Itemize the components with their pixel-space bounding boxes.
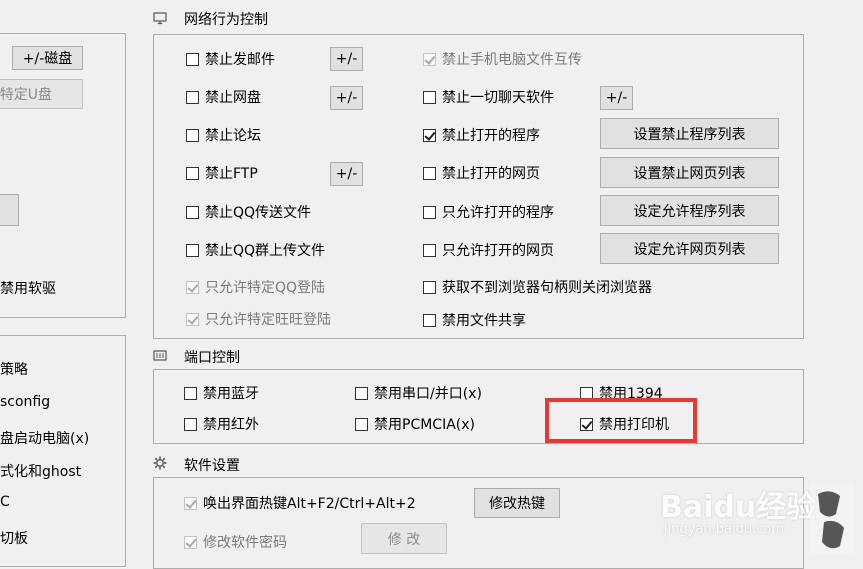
cb-no-netdisk[interactable]: 禁止网盘 xyxy=(186,87,261,107)
checkbox[interactable] xyxy=(423,166,436,180)
cb-modify-password[interactable]: 修改软件密码 xyxy=(184,532,287,552)
checkbox[interactable] xyxy=(186,243,199,257)
checkbox[interactable] xyxy=(184,496,197,510)
cb-no-qq-file[interactable]: 禁止QQ传送文件 xyxy=(186,202,311,222)
gear-icon xyxy=(153,456,167,470)
set-allowed-programs-button[interactable]: 设定允许程序列表 xyxy=(600,195,779,226)
cb-no-forum[interactable]: 禁止论坛 xyxy=(186,125,261,145)
cb-block-webpages[interactable]: 禁止打开的网页 xyxy=(423,163,540,183)
left-item-msconfig[interactable]: sconfig xyxy=(0,394,50,410)
cb-disable-file-sharing[interactable]: 禁用文件共享 xyxy=(423,310,526,330)
set-blocked-programs-button[interactable]: 设置禁止程序列表 xyxy=(600,118,779,149)
cb-disable-pcmcia[interactable]: 禁用PCMCIA(x) xyxy=(355,414,475,434)
specific-usb-button[interactable]: 特定U盘 xyxy=(0,79,83,109)
checkbox[interactable] xyxy=(355,386,368,400)
cb-only-specific-wangwang[interactable]: 只允许特定旺旺登陆 xyxy=(186,309,331,329)
checkbox[interactable] xyxy=(423,243,436,257)
checkbox[interactable] xyxy=(184,386,197,400)
checkbox[interactable] xyxy=(355,417,368,431)
cb-no-chat-software[interactable]: 禁止一切聊天软件 xyxy=(423,87,554,107)
cb-block-programs[interactable]: 禁止打开的程序 xyxy=(423,125,540,145)
checkbox[interactable] xyxy=(423,205,436,219)
left-item-c[interactable]: C xyxy=(0,494,10,510)
left-item-boot-disk[interactable]: 盘启动电脑(x) xyxy=(0,428,89,448)
email-plusminus-button[interactable]: +/- xyxy=(330,47,363,71)
disk-toggle-button[interactable]: +/-磁盘 xyxy=(12,46,83,70)
checkbox[interactable] xyxy=(423,280,436,294)
checkbox[interactable] xyxy=(423,52,436,66)
cb-hotkey[interactable]: 唤出界面热键Alt+F2/Ctrl+Alt+2 xyxy=(184,493,416,513)
checkbox[interactable] xyxy=(423,90,436,104)
modify-password-button[interactable]: 修 改 xyxy=(361,523,447,554)
checkbox[interactable] xyxy=(423,313,436,327)
network-section-title: 网络行为控制 xyxy=(184,12,268,28)
left-item-format-ghost[interactable]: 式化和ghost xyxy=(0,461,81,481)
paw-logo-icon xyxy=(810,484,854,554)
port-section-title: 端口控制 xyxy=(184,350,240,366)
left-partial-button[interactable] xyxy=(0,194,19,226)
ftp-plusminus-button[interactable]: +/- xyxy=(330,162,363,186)
baidu-watermark: Baidu经验 jingyan.baidu.com xyxy=(660,482,856,556)
disable-floppy-label: 禁用软驱 xyxy=(0,281,56,297)
cb-no-email[interactable]: 禁止发邮件 xyxy=(186,49,275,69)
cb-close-browser-no-handle[interactable]: 获取不到浏览器句柄则关闭浏览器 xyxy=(423,277,652,297)
checkbox[interactable] xyxy=(186,312,199,326)
left-item-clipboard[interactable]: 切板 xyxy=(0,528,28,548)
left-group-upper xyxy=(0,33,126,318)
cb-no-qq-group-upload[interactable]: 禁止QQ群上传文件 xyxy=(186,240,325,260)
chat-plusminus-button[interactable]: +/- xyxy=(600,86,633,110)
checkbox[interactable] xyxy=(184,535,197,549)
cb-disable-serial-parallel[interactable]: 禁用串口/并口(x) xyxy=(355,383,482,403)
checkbox[interactable] xyxy=(184,417,197,431)
printer-highlight-box xyxy=(545,398,697,443)
cb-only-allow-webpages[interactable]: 只允许打开的网页 xyxy=(423,240,554,260)
cb-no-phone-pc-transfer[interactable]: 禁止手机电脑文件互传 xyxy=(423,49,582,69)
monitor-icon xyxy=(153,12,167,25)
checkbox[interactable] xyxy=(186,128,199,142)
checkbox[interactable] xyxy=(186,205,199,219)
cb-only-allow-programs[interactable]: 只允许打开的程序 xyxy=(423,202,554,222)
port-icon xyxy=(153,350,167,361)
netdisk-plusminus-button[interactable]: +/- xyxy=(330,86,363,110)
left-item-policy[interactable]: 策略 xyxy=(0,359,28,379)
cb-disable-infrared[interactable]: 禁用红外 xyxy=(184,414,259,434)
checkbox[interactable] xyxy=(423,128,436,142)
checkbox[interactable] xyxy=(186,52,199,66)
set-blocked-webpages-button[interactable]: 设置禁止网页列表 xyxy=(600,157,779,188)
modify-hotkey-button[interactable]: 修改热键 xyxy=(474,488,560,518)
checkbox[interactable] xyxy=(186,280,199,294)
set-allowed-webpages-button[interactable]: 设定允许网页列表 xyxy=(600,233,779,264)
cb-no-ftp[interactable]: 禁止FTP xyxy=(186,163,258,183)
checkbox[interactable] xyxy=(186,90,199,104)
cb-only-specific-qq[interactable]: 只允许特定QQ登陆 xyxy=(186,277,325,297)
cb-disable-bluetooth[interactable]: 禁用蓝牙 xyxy=(184,383,259,403)
software-section-title: 软件设置 xyxy=(184,458,240,474)
checkbox[interactable] xyxy=(186,166,199,180)
